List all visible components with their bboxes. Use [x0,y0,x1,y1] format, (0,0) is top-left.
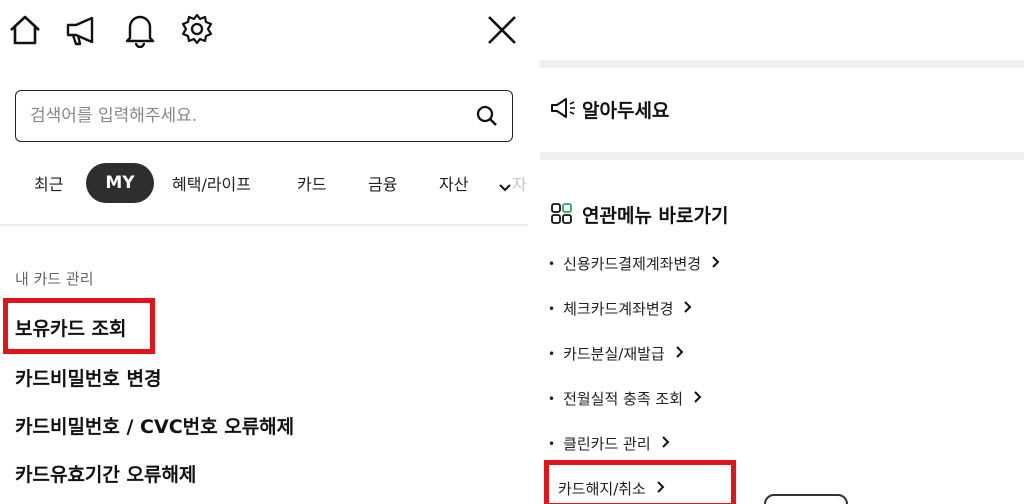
gear-icon[interactable] [180,12,214,46]
tab-assets[interactable]: 자산 [439,171,468,195]
megaphone-icon[interactable] [64,14,98,48]
menu-item-change-pin[interactable]: 카드비밀번호 변경 [15,364,161,391]
search-icon[interactable] [474,103,500,129]
highlight-box [544,460,736,504]
link-credit-account-change[interactable]: • 신용카드결제계좌변경 [548,253,720,274]
bullet: • [548,256,556,271]
megaphone-icon [550,96,578,120]
link-check-account-change[interactable]: • 체크카드계좌변경 [548,298,692,319]
section-label: 내 카드 관리 [15,270,94,288]
bullet: • [548,301,556,316]
link-clean-card[interactable]: • 클린카드 관리 [548,433,670,454]
bullet: • [548,391,556,406]
related-menu-title: 연관메뉴 바로가기 [582,205,729,227]
tab-overflow[interactable]: 자 [512,171,527,195]
tab-recent[interactable]: 최근 [34,171,63,195]
link-label: 전월실적 충족 조회 [563,390,684,408]
section-separator [540,152,1024,160]
search-bar [15,90,513,142]
bullet: • [548,346,556,361]
link-label: 신용카드결제계좌변경 [563,255,702,273]
tab-card[interactable]: 카드 [297,171,326,195]
grid-menu-icon [550,202,574,226]
notice-title: 알아두세요 [582,100,670,122]
menu-item-pin-cvc-unlock[interactable]: 카드비밀번호 / CVC번호 오류해제 [15,412,294,439]
highlight-box [3,298,155,354]
info-panel: 알아두세요 연관메뉴 바로가기 • 신용카드결제계좌변경 • 체크카드계좌변경 … [540,0,1024,504]
close-icon[interactable] [486,14,518,46]
tab-my[interactable]: MY [86,163,154,203]
link-label: 체크카드계좌변경 [563,300,674,318]
bell-icon[interactable] [123,12,157,48]
search-input[interactable] [30,91,450,140]
chevron-down-icon[interactable] [498,178,512,197]
chevron-right-icon [661,435,670,453]
link-lost-reissue[interactable]: • 카드분실/재발급 [548,343,684,364]
chevron-right-icon [683,300,692,318]
chevron-right-icon [711,255,720,273]
menu-panel: 최근 MY 혜택/라이프 카드 금융 자산 자 내 카드 관리 보유카드 조회 … [0,0,528,504]
link-label: 카드분실/재발급 [563,345,665,363]
menu-item-expiry-unlock[interactable]: 카드유효기간 오류해제 [15,460,196,487]
chevron-right-icon [675,345,684,363]
bullet: • [548,436,556,451]
home-icon[interactable] [8,13,42,47]
chevron-right-icon [693,390,702,408]
tab-benefit-life[interactable]: 혜택/라이프 [172,171,251,195]
link-label: 클린카드 관리 [563,435,651,453]
link-prev-month-performance[interactable]: • 전월실적 충족 조회 [548,388,702,409]
section-separator [540,60,1024,68]
divider [0,224,528,226]
tab-finance[interactable]: 금융 [368,171,397,195]
floating-button[interactable] [764,494,848,504]
